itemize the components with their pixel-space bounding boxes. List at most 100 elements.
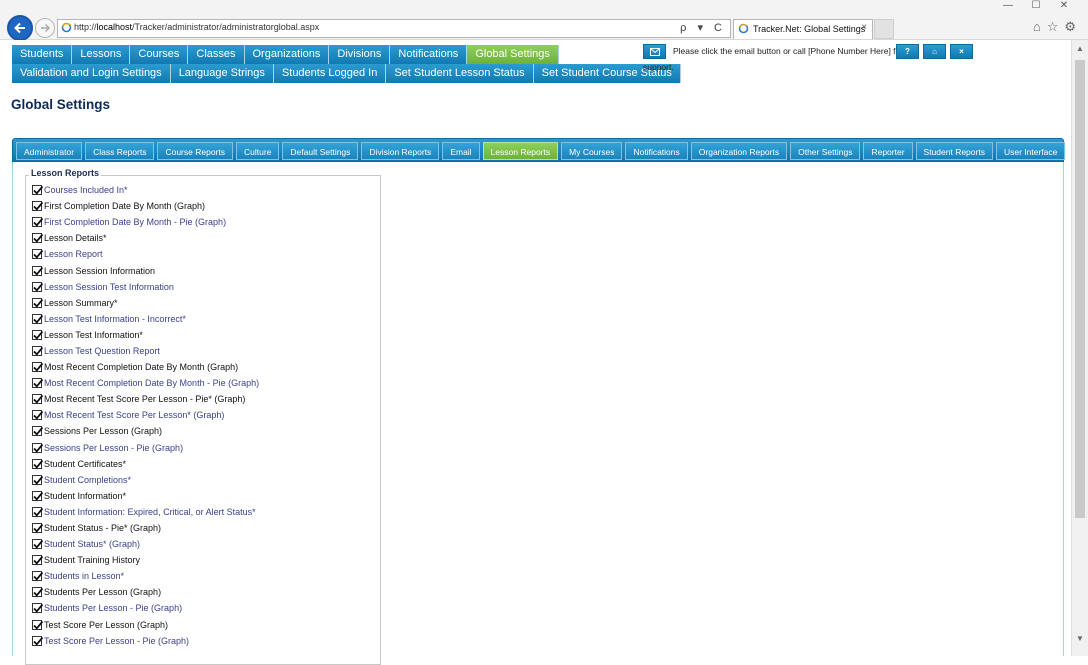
report-checkbox[interactable] — [32, 378, 44, 389]
email-button[interactable] — [643, 44, 666, 59]
report-checkbox[interactable] — [32, 619, 44, 630]
nav-item-lessons[interactable]: Lessons — [72, 45, 131, 64]
help-button[interactable]: ? — [896, 44, 919, 59]
report-label[interactable]: Student Status* (Graph) — [44, 539, 140, 549]
home-icon[interactable]: ⌂ — [1033, 19, 1047, 34]
vertical-scrollbar[interactable]: ▲ ▼ — [1071, 40, 1088, 656]
tab-default-settings[interactable]: Default Settings — [282, 142, 359, 160]
report-checkbox[interactable] — [32, 442, 44, 453]
report-label[interactable]: Sessions Per Lesson - Pie (Graph) — [44, 443, 183, 453]
report-label[interactable]: Students Per Lesson - Pie (Graph) — [44, 603, 182, 613]
scroll-down-icon[interactable]: ▼ — [1072, 634, 1088, 648]
report-label[interactable]: Lesson Details* — [44, 233, 107, 243]
report-label[interactable]: Lesson Test Information* — [44, 330, 143, 340]
gear-icon[interactable]: ⚙ — [1064, 19, 1082, 34]
report-checkbox[interactable] — [32, 394, 44, 405]
report-label[interactable]: Student Training History — [44, 555, 140, 565]
report-label[interactable]: First Completion Date By Month - Pie (Gr… — [44, 217, 226, 227]
report-label[interactable]: Most Recent Completion Date By Month (Gr… — [44, 362, 238, 372]
report-checkbox[interactable] — [32, 249, 44, 260]
tab-lesson-reports[interactable]: Lesson Reports — [482, 142, 559, 160]
report-label[interactable]: Courses Included In* — [44, 185, 128, 195]
new-tab-button[interactable] — [874, 19, 894, 39]
tab-email[interactable]: Email — [442, 142, 480, 160]
report-checkbox[interactable] — [32, 265, 44, 276]
report-label[interactable]: Test Score Per Lesson (Graph) — [44, 620, 168, 630]
tab-other-settings[interactable]: Other Settings — [790, 142, 861, 160]
tab-course-reports[interactable]: Course Reports — [157, 142, 233, 160]
report-checkbox[interactable] — [32, 329, 44, 340]
report-checkbox[interactable] — [32, 201, 44, 212]
report-checkbox[interactable] — [32, 458, 44, 469]
report-checkbox[interactable] — [32, 233, 44, 244]
nav-item-students[interactable]: Students — [12, 45, 73, 64]
report-checkbox[interactable] — [32, 217, 44, 228]
report-label[interactable]: Most Recent Completion Date By Month - P… — [44, 378, 259, 388]
report-label[interactable]: Student Completions* — [44, 475, 131, 485]
report-label[interactable]: Most Recent Test Score Per Lesson* (Grap… — [44, 410, 224, 420]
report-label[interactable]: Most Recent Test Score Per Lesson - Pie*… — [44, 394, 245, 404]
report-label[interactable]: Lesson Test Question Report — [44, 346, 160, 356]
close-window-icon[interactable]: ✕ — [1050, 0, 1078, 11]
report-label[interactable]: Student Information* — [44, 491, 126, 501]
report-checkbox[interactable] — [32, 490, 44, 501]
nav-item-organizations[interactable]: Organizations — [244, 45, 330, 64]
tab-reporter[interactable]: Reporter — [863, 142, 913, 160]
address-bar[interactable]: http://localhost/Tracker/administrator/a… — [57, 19, 731, 38]
report-checkbox[interactable] — [32, 474, 44, 485]
report-checkbox[interactable] — [32, 555, 44, 566]
close-button[interactable]: × — [950, 44, 973, 59]
nav-item-courses[interactable]: Courses — [130, 45, 189, 64]
report-checkbox[interactable] — [32, 281, 44, 292]
nav-item-global-settings[interactable]: Global Settings — [467, 45, 559, 64]
report-checkbox[interactable] — [32, 185, 44, 196]
nav-item-divisions[interactable]: Divisions — [329, 45, 391, 64]
report-label[interactable]: Lesson Session Test Information — [44, 282, 174, 292]
tab-culture[interactable]: Culture — [236, 142, 280, 160]
tab-user-interface[interactable]: User Interface — [995, 142, 1066, 160]
nav-item-set-student-lesson-status[interactable]: Set Student Lesson Status — [386, 64, 534, 83]
tab-student-reports[interactable]: Student Reports — [915, 142, 993, 160]
minimize-icon[interactable]: — — [994, 0, 1022, 11]
report-label[interactable]: First Completion Date By Month (Graph) — [44, 201, 205, 211]
close-tab-icon[interactable]: × — [861, 22, 867, 33]
report-checkbox[interactable] — [32, 410, 44, 421]
report-label[interactable]: Test Score Per Lesson - Pie (Graph) — [44, 636, 189, 646]
report-checkbox[interactable] — [32, 313, 44, 324]
report-label[interactable]: Students Per Lesson (Graph) — [44, 587, 161, 597]
tab-division-reports[interactable]: Division Reports — [361, 142, 440, 160]
back-button[interactable] — [7, 15, 33, 41]
star-icon[interactable]: ☆ — [1047, 19, 1065, 34]
report-label[interactable]: Sessions Per Lesson (Graph) — [44, 426, 162, 436]
nav-item-language-strings[interactable]: Language Strings — [170, 64, 274, 83]
scroll-up-icon[interactable]: ▲ — [1072, 44, 1088, 58]
browser-tab[interactable]: Tracker.Net: Global Settings × — [733, 19, 873, 39]
report-checkbox[interactable] — [32, 426, 44, 437]
report-label[interactable]: Students in Lesson* — [44, 571, 124, 581]
report-label[interactable]: Lesson Test Information - Incorrect* — [44, 314, 186, 324]
report-label[interactable]: Lesson Report — [44, 249, 103, 259]
nav-item-validation-and-login-settings[interactable]: Validation and Login Settings — [12, 64, 171, 83]
tab-administrator[interactable]: Administrator — [16, 142, 83, 160]
tab-my-courses[interactable]: My Courses — [561, 142, 623, 160]
report-checkbox[interactable] — [32, 539, 44, 550]
nav-item-notifications[interactable]: Notifications — [390, 45, 468, 64]
report-checkbox[interactable] — [32, 587, 44, 598]
report-checkbox[interactable] — [32, 297, 44, 308]
tab-notifications[interactable]: Notifications — [625, 142, 688, 160]
scrollbar-thumb[interactable] — [1075, 60, 1085, 518]
address-tools-icon[interactable]: ρ ▾ C — [680, 21, 726, 34]
home-button[interactable]: ⌂ — [923, 44, 946, 59]
maximize-icon[interactable]: ☐ — [1022, 0, 1050, 11]
report-checkbox[interactable] — [32, 506, 44, 517]
nav-item-students-logged-in[interactable]: Students Logged In — [273, 64, 387, 83]
tab-class-reports[interactable]: Class Reports — [85, 142, 155, 160]
report-checkbox[interactable] — [32, 345, 44, 356]
forward-button[interactable] — [35, 18, 55, 38]
report-checkbox[interactable] — [32, 362, 44, 373]
report-checkbox[interactable] — [32, 603, 44, 614]
report-label[interactable]: Student Information: Expired, Critical, … — [44, 507, 256, 517]
report-label[interactable]: Lesson Session Information — [44, 266, 155, 276]
tab-organization-reports[interactable]: Organization Reports — [690, 142, 788, 160]
report-label[interactable]: Student Status - Pie* (Graph) — [44, 523, 161, 533]
